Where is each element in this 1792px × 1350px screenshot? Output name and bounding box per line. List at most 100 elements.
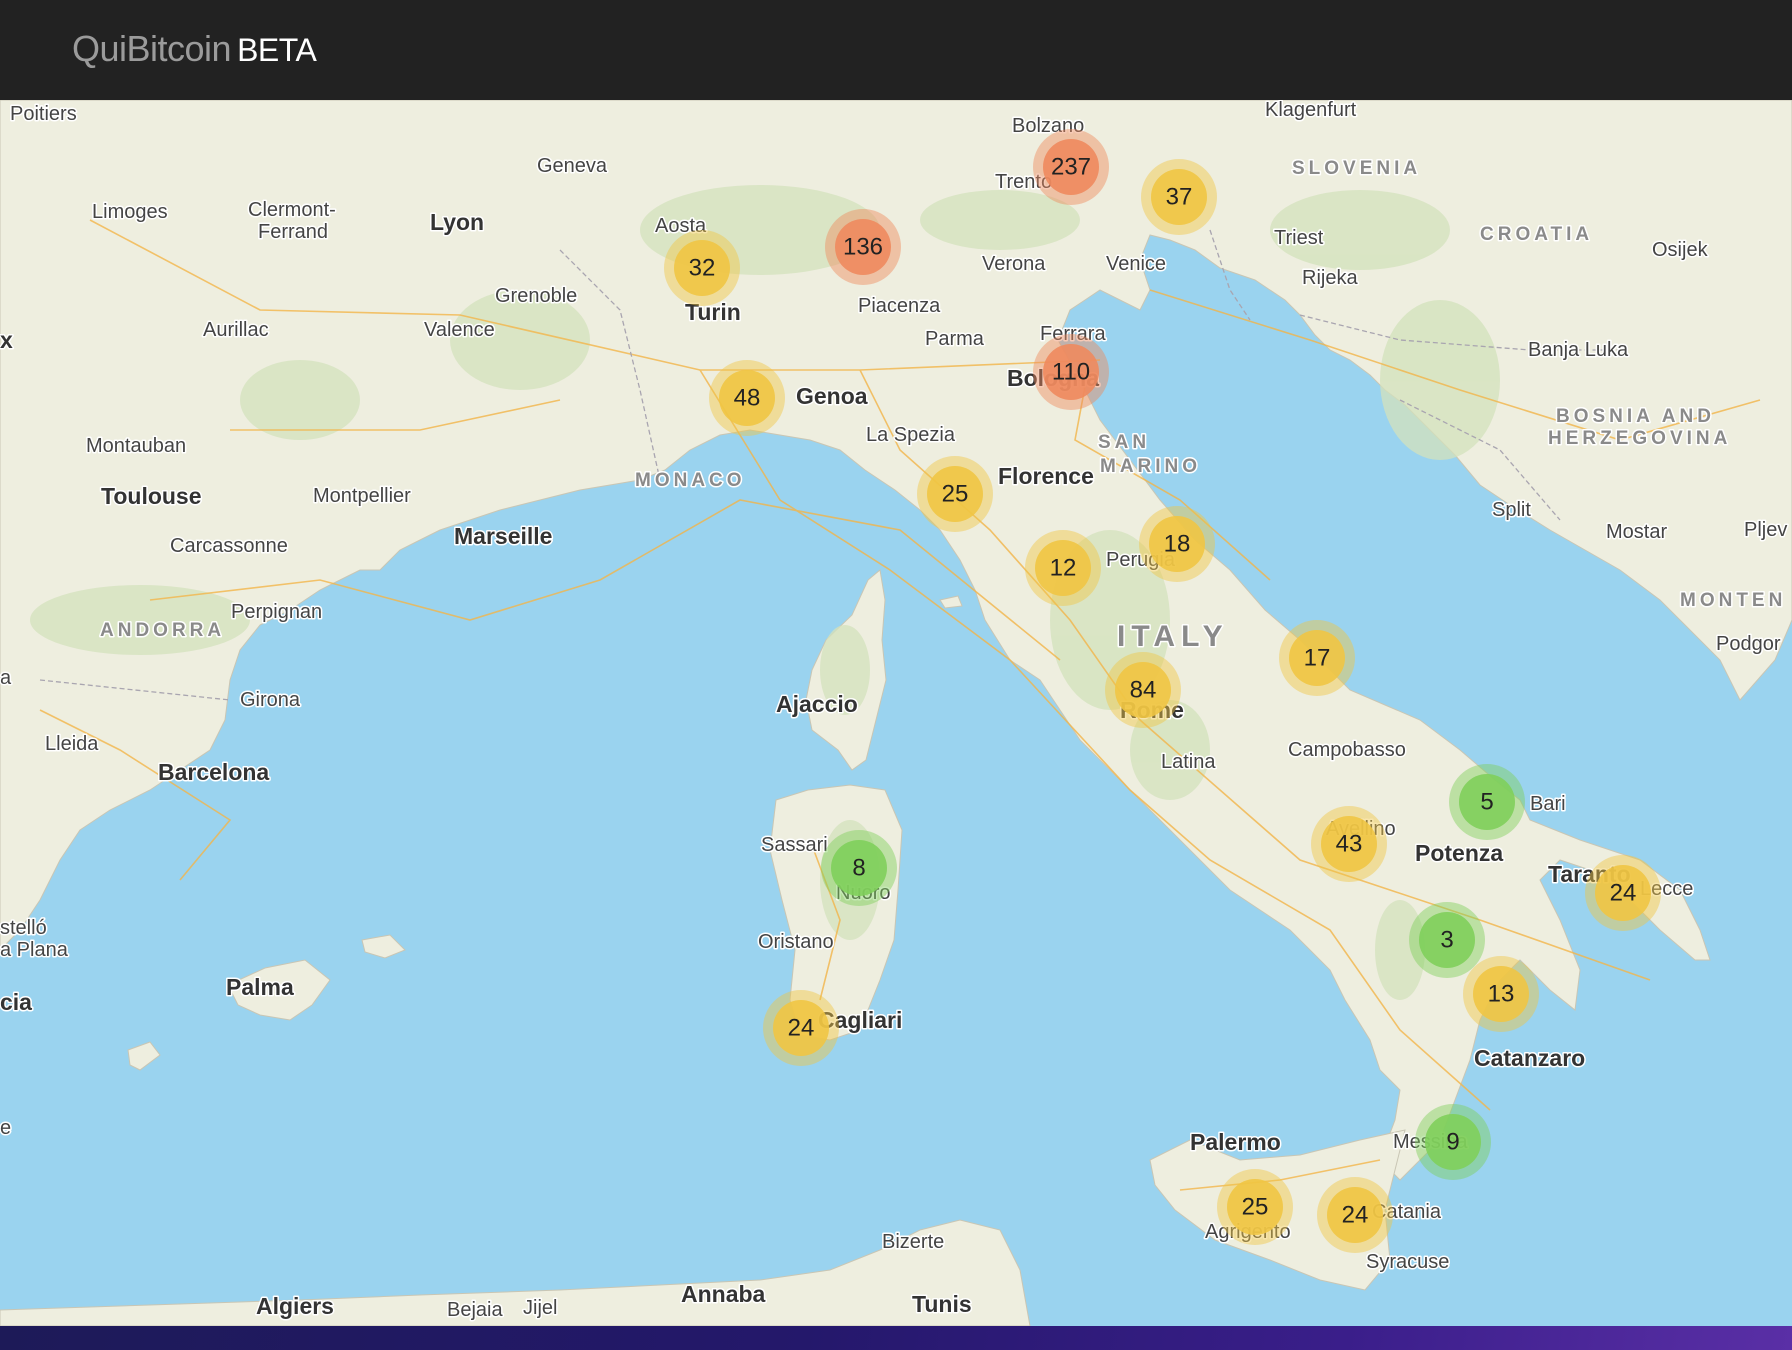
label-country: ITALY xyxy=(1117,620,1229,653)
label-city: Oristano xyxy=(758,931,834,953)
label-city: cia xyxy=(0,989,32,1015)
label-city: Lyon xyxy=(430,209,484,235)
label-city: Barcelona xyxy=(158,759,269,785)
label-city: Syracuse xyxy=(1366,1251,1449,1273)
cluster-marker[interactable]: 25 xyxy=(917,456,993,532)
label-city: Campobasso xyxy=(1288,739,1406,761)
cluster-count: 237 xyxy=(1051,154,1091,181)
label-city: Aurillac xyxy=(203,319,269,341)
label-city: Poitiers xyxy=(10,103,77,125)
label-city: Pljev xyxy=(1744,519,1787,541)
cluster-marker[interactable]: 110 xyxy=(1033,334,1109,410)
label-city: Genoa xyxy=(796,383,868,409)
label-city: Piacenza xyxy=(858,295,941,317)
label-city: Toulouse xyxy=(101,483,202,509)
label-city: Valence xyxy=(424,319,495,341)
label-city: Limoges xyxy=(92,201,168,223)
footer-bar xyxy=(0,1326,1792,1350)
cluster-marker[interactable]: 25 xyxy=(1217,1169,1293,1245)
cluster-marker[interactable]: 84 xyxy=(1105,652,1181,728)
label-country: MONACO xyxy=(635,470,746,491)
cluster-marker[interactable]: 13 xyxy=(1463,956,1539,1032)
label-country: SAN xyxy=(1098,432,1150,453)
cluster-count: 24 xyxy=(1342,1202,1369,1229)
label-city: Latina xyxy=(1161,751,1216,773)
beta-badge: BETA xyxy=(237,32,317,68)
label-city: Verona xyxy=(982,253,1046,275)
cluster-marker[interactable]: 24 xyxy=(763,990,839,1066)
label-country: MONTEN xyxy=(1680,590,1786,611)
label-country: SLOVENIA xyxy=(1292,158,1421,179)
label-city: Annaba xyxy=(681,1281,766,1307)
cluster-marker[interactable]: 43 xyxy=(1311,806,1387,882)
label-city: Parma xyxy=(925,328,985,350)
label-country: ANDORRA xyxy=(100,620,225,641)
label-city: Clermont- xyxy=(248,199,336,221)
label-city: a Plana xyxy=(0,939,69,961)
cluster-count: 17 xyxy=(1304,645,1331,672)
label-city: Bizerte xyxy=(882,1231,944,1253)
cluster-count: 32 xyxy=(689,255,716,282)
label-country: MARINO xyxy=(1100,456,1201,477)
label-city: Bari xyxy=(1530,793,1566,815)
cluster-count: 48 xyxy=(734,385,761,412)
label-city: Palermo xyxy=(1190,1129,1281,1155)
cluster-marker[interactable]: 12 xyxy=(1025,530,1101,606)
cluster-marker[interactable]: 18 xyxy=(1139,506,1215,582)
brand-logo[interactable]: QuiBitcoin BETA xyxy=(72,28,317,70)
cluster-count: 43 xyxy=(1336,831,1363,858)
label-city: Bejaia xyxy=(447,1299,503,1321)
cluster-marker[interactable]: 5 xyxy=(1449,764,1525,840)
app-name: QuiBitcoin xyxy=(72,28,232,69)
label-city: Marseille xyxy=(454,523,552,549)
cluster-marker[interactable]: 24 xyxy=(1317,1177,1393,1253)
cluster-marker[interactable]: 8 xyxy=(821,830,897,906)
top-navbar: QuiBitcoin BETA xyxy=(0,0,1792,100)
cluster-marker[interactable]: 9 xyxy=(1415,1104,1491,1180)
label-city: La Spezia xyxy=(866,424,956,446)
cluster-count: 8 xyxy=(852,855,865,882)
label-city: Girona xyxy=(240,689,301,711)
label-city: Carcassonne xyxy=(170,535,288,557)
cluster-count: 37 xyxy=(1166,184,1193,211)
label-city: Grenoble xyxy=(495,285,577,307)
cluster-count: 3 xyxy=(1440,927,1453,954)
cluster-count: 24 xyxy=(788,1015,815,1042)
label-city: Geneva xyxy=(537,155,608,177)
label-city: Mostar xyxy=(1606,521,1667,543)
cluster-marker[interactable]: 237 xyxy=(1033,129,1109,205)
cluster-marker[interactable]: 3 xyxy=(1409,902,1485,978)
cluster-count: 84 xyxy=(1130,677,1157,704)
label-country: CROATIA xyxy=(1480,224,1593,245)
label-city: Jijel xyxy=(523,1297,557,1319)
map-canvas[interactable]: Poitiers Limoges Clermont- Ferrand Genev… xyxy=(0,100,1792,1326)
cluster-count: 18 xyxy=(1164,531,1191,558)
cluster-count: 9 xyxy=(1446,1129,1459,1156)
cluster-count: 136 xyxy=(843,234,883,261)
label-city: Palma xyxy=(226,974,294,1000)
label-city: Algiers xyxy=(256,1293,334,1319)
label-city: stelló xyxy=(0,917,47,939)
label-city: Perpignan xyxy=(231,601,322,623)
label-city: Klagenfurt xyxy=(1265,100,1357,121)
label-city: Osijek xyxy=(1652,239,1709,261)
label-city: Montpellier xyxy=(313,485,411,507)
cluster-marker[interactable]: 37 xyxy=(1141,159,1217,235)
label-city: Sassari xyxy=(761,834,828,856)
cluster-count: 5 xyxy=(1480,789,1493,816)
label-city: Lleida xyxy=(45,733,99,755)
map-container[interactable]: Poitiers Limoges Clermont- Ferrand Genev… xyxy=(0,100,1792,1326)
cluster-count: 13 xyxy=(1488,981,1515,1008)
cluster-marker[interactable]: 32 xyxy=(664,230,740,306)
cluster-count: 25 xyxy=(1242,1194,1269,1221)
cluster-count: 110 xyxy=(1052,359,1090,386)
label-city: a xyxy=(0,667,12,689)
cluster-marker[interactable]: 136 xyxy=(825,209,901,285)
label-country: BOSNIA AND xyxy=(1556,406,1715,427)
cluster-marker[interactable]: 17 xyxy=(1279,620,1355,696)
cluster-count: 25 xyxy=(942,481,969,508)
cluster-marker[interactable]: 24 xyxy=(1585,855,1661,931)
cluster-marker[interactable]: 48 xyxy=(709,360,785,436)
label-city: Banja Luka xyxy=(1528,339,1629,361)
label-city: Potenza xyxy=(1415,840,1503,866)
